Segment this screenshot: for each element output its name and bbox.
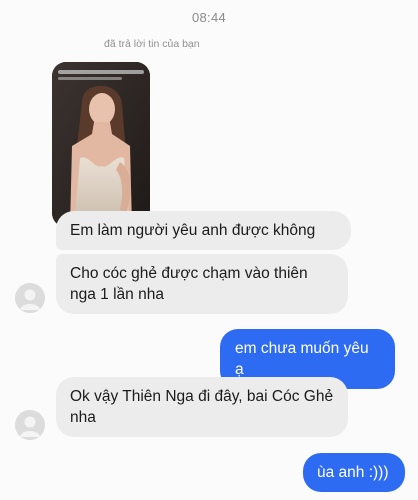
story-reply-note: đã trả lời tin của bạn [104,38,200,50]
sender-avatar[interactable] [15,410,45,440]
incoming-message[interactable]: Ok vậy Thiên Nga đi đây, bai Cóc Ghẻ nha [56,377,348,437]
outgoing-message[interactable]: ùa anh :))) [303,453,405,492]
sender-avatar[interactable] [15,283,45,313]
incoming-message[interactable]: Cho cóc ghẻ được chạm vào thiên nga 1 lầ… [56,254,348,314]
incoming-message[interactable]: Em làm người yêu anh được không [56,211,351,250]
person-placeholder-icon [15,410,45,440]
story-photo-icon [52,62,150,227]
story-thumbnail[interactable] [52,62,150,227]
person-placeholder-icon [15,283,45,313]
timestamp: 08:44 [191,10,227,25]
